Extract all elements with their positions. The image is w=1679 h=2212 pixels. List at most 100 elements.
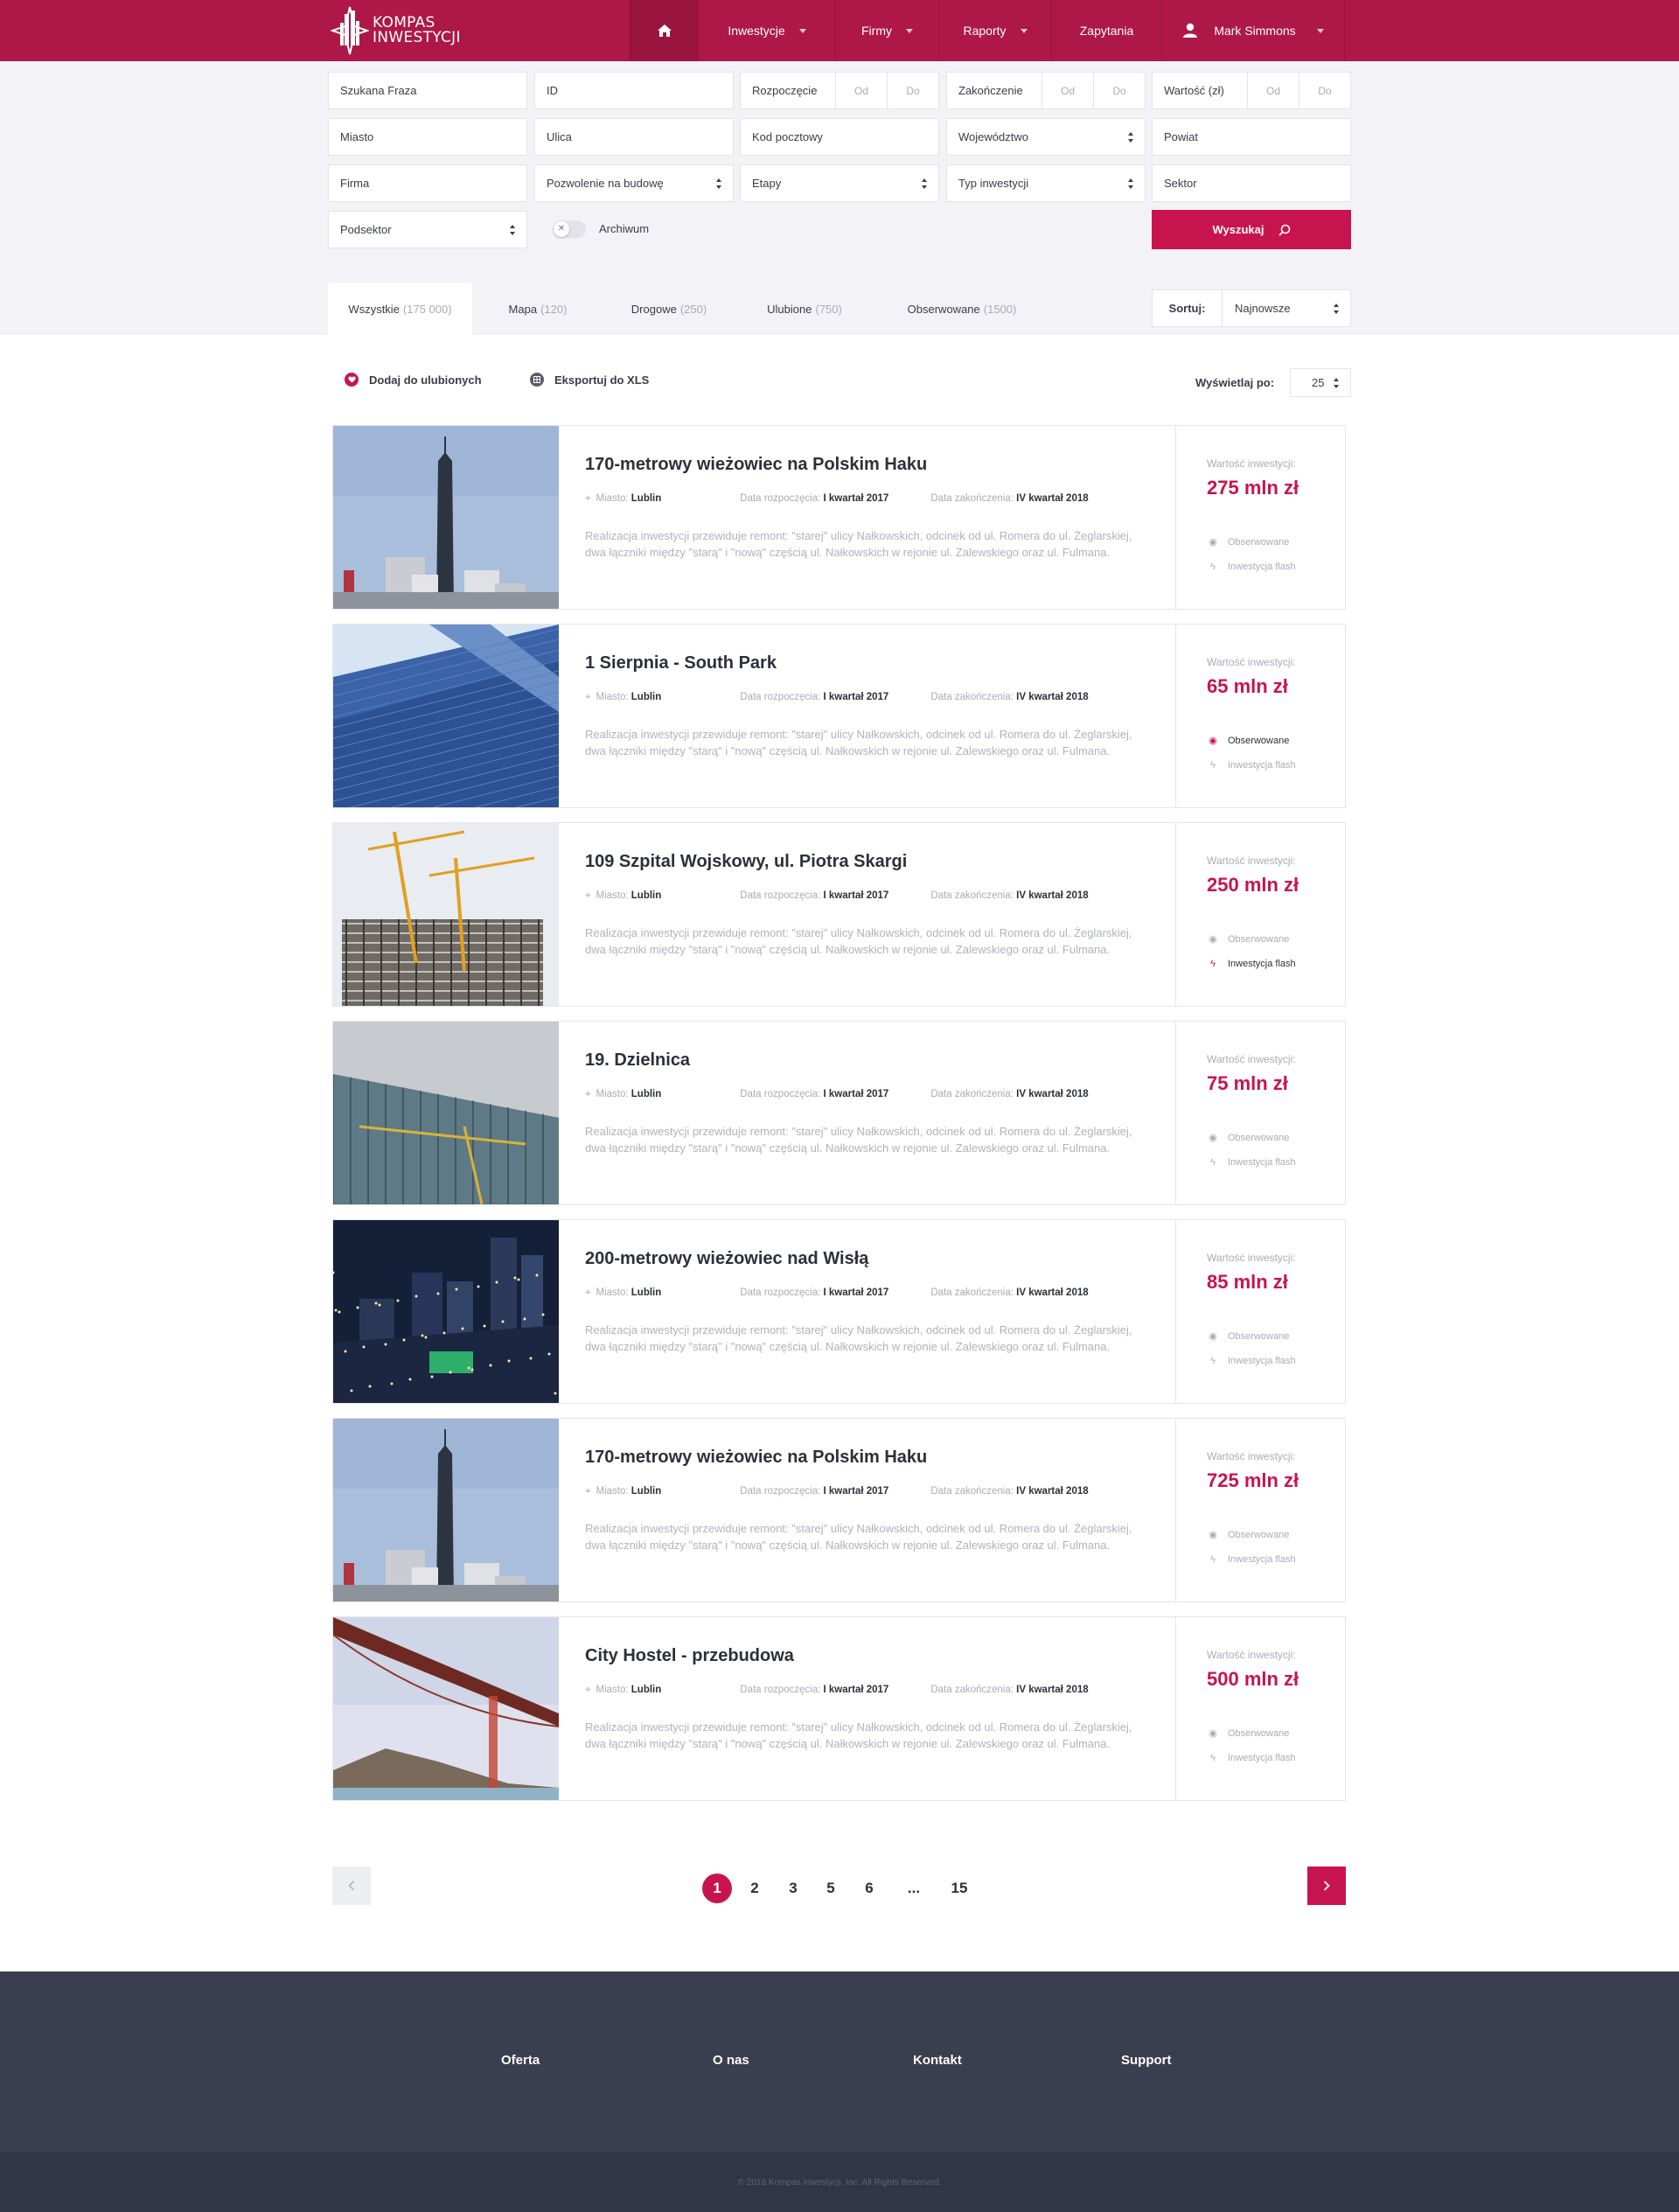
start-date-value: I kwartał 2017 [823, 1089, 889, 1099]
city-input[interactable]: Miasto [328, 118, 527, 156]
per-page-select[interactable]: 25 [1290, 368, 1351, 397]
subsector-select[interactable]: Podsektor [328, 211, 527, 248]
page-3[interactable]: 3 [778, 1874, 808, 1903]
tab-all[interactable]: Wszystkie (175 000) [328, 283, 472, 335]
footer-link-offer[interactable]: Oferta [501, 2053, 540, 2068]
investment-title[interactable]: 200-metrowy wieżowiec nad Wisłą [585, 1249, 868, 1269]
stages-select[interactable]: Etapy [740, 164, 939, 202]
archive-toggle[interactable]: ✕ [553, 220, 586, 238]
investment-card[interactable]: 109 Szpital Wojskowy, ul. Piotra Skargi ⌖… [332, 822, 1346, 1007]
sort-value: Najnowsze [1235, 302, 1291, 315]
nav-inwestycje[interactable]: Inwestycje [698, 0, 835, 61]
eye-icon: ◉ [1209, 1530, 1217, 1540]
page-1[interactable]: 1 [702, 1874, 732, 1903]
logo[interactable]: KOMPAS INWESTYCJI [331, 4, 461, 57]
top-navbar: KOMPAS INWESTYCJI Inwestycje Firmy Rapor… [0, 0, 1679, 61]
investment-card[interactable]: 1 Sierpnia - South Park ⌖ Miasto: Lublin Da… [332, 624, 1346, 808]
county-input[interactable]: Powiat [1152, 118, 1351, 156]
value-to-input[interactable]: Do [1299, 73, 1350, 108]
flash-toggle[interactable]: ϟ Inwestycja flash [1207, 1356, 1296, 1366]
investment-image[interactable] [333, 625, 559, 807]
phrase-input[interactable]: Szukana Fraza [328, 72, 527, 109]
observe-label: Obserwowane [1228, 536, 1290, 548]
id-input[interactable]: ID [534, 72, 734, 109]
flash-toggle[interactable]: ϟ Inwestycja flash [1207, 1554, 1296, 1565]
investment-image[interactable] [333, 823, 559, 1006]
nav-zapytania[interactable]: Zapytania [1051, 0, 1161, 61]
end-to-input[interactable]: Do [1093, 73, 1145, 108]
observe-toggle[interactable]: ◉ Obserwowane [1207, 1529, 1289, 1541]
start-from-input[interactable]: Od [835, 73, 887, 108]
footer-link-contact[interactable]: Kontakt [913, 2053, 962, 2068]
observe-toggle[interactable]: ◉ Obserwowane [1207, 536, 1289, 548]
eye-icon: ◉ [1209, 1728, 1217, 1739]
pagination-prev-button[interactable] [332, 1867, 371, 1905]
observe-toggle[interactable]: ◉ Obserwowane [1207, 735, 1289, 747]
footer [0, 1971, 1679, 2152]
flash-toggle[interactable]: ϟ Inwestycja flash [1207, 1157, 1296, 1168]
investment-image[interactable] [333, 1419, 559, 1601]
nav-firmy[interactable]: Firmy [835, 0, 938, 61]
sector-input[interactable]: Sektor [1152, 164, 1351, 202]
user-menu[interactable]: Mark Simmons [1161, 0, 1345, 61]
flash-toggle[interactable]: ϟ Inwestycja flash [1207, 1753, 1296, 1763]
sort-select[interactable]: Sortuj: Najnowsze [1152, 290, 1351, 327]
investment-type-select[interactable]: Typ inwestycji [946, 164, 1146, 202]
investment-title[interactable]: 19. Dzielnica [585, 1050, 690, 1071]
flash-toggle[interactable]: ϟ Inwestycja flash [1207, 562, 1296, 572]
select-arrows-icon [716, 178, 722, 189]
company-input[interactable]: Firma [328, 164, 527, 202]
observe-toggle[interactable]: ◉ Obserwowane [1207, 1132, 1289, 1144]
search-icon [1278, 224, 1290, 236]
tab-map[interactable]: Mapa (120) [472, 283, 603, 335]
investment-title[interactable]: 170-metrowy wieżowiec na Polskim Haku [585, 455, 927, 475]
permit-select[interactable]: Pozwolenie na budowę [534, 164, 734, 202]
company-placeholder: Firma [340, 177, 370, 190]
search-button[interactable]: Wyszukaj [1152, 210, 1351, 249]
voivodeship-select[interactable]: Województwo [946, 118, 1146, 156]
observe-toggle[interactable]: ◉ Obserwowane [1207, 933, 1289, 946]
investment-image[interactable] [333, 1022, 559, 1204]
add-to-favorites-button[interactable]: Dodaj do ulubionych [345, 373, 482, 387]
tab-roads[interactable]: Drogowe (250) [603, 283, 735, 335]
nav-home[interactable] [630, 0, 698, 61]
nav-raporty[interactable]: Raporty [938, 0, 1051, 61]
page-6[interactable]: 6 [854, 1874, 884, 1903]
investment-card[interactable]: 170-metrowy wieżowiec na Polskim Haku ⌖ Mi… [332, 425, 1346, 610]
investment-side-panel: Wartość inwestycji: 65 mln zł ◉ Obserwowane… [1175, 625, 1345, 807]
page-2[interactable]: 2 [740, 1874, 770, 1903]
page-5[interactable]: 5 [816, 1874, 846, 1903]
investment-title[interactable]: 1 Sierpnia - South Park [585, 653, 777, 673]
start-to-input[interactable]: Do [887, 73, 938, 108]
investment-card[interactable]: 170-metrowy wieżowiec na Polskim Haku ⌖ Mi… [332, 1418, 1346, 1602]
street-input[interactable]: Ulica [534, 118, 734, 156]
investment-card[interactable]: 200-metrowy wieżowiec nad Wisłą ⌖ Miasto: … [332, 1219, 1346, 1404]
investment-card[interactable]: City Hostel - przebudowa ⌖ Miasto: Lublin D… [332, 1616, 1346, 1801]
investment-title[interactable]: City Hostel - przebudowa [585, 1646, 794, 1666]
investment-description: Realizacja inwestycji przewiduje remont:… [585, 1125, 1132, 1155]
end-from-input[interactable]: Od [1042, 73, 1093, 108]
export-xls-button[interactable]: Eksportuj do XLS [530, 373, 649, 387]
footer-link-support[interactable]: Support [1121, 2053, 1172, 2068]
pagination-next-button[interactable] [1307, 1867, 1346, 1905]
investment-image[interactable] [333, 1617, 559, 1800]
investment-title[interactable]: 109 Szpital Wojskowy, ul. Piotra Skargi [585, 852, 907, 872]
flash-toggle[interactable]: ϟ Inwestycja flash [1207, 760, 1296, 771]
investment-image[interactable] [333, 426, 559, 609]
footer-link-about[interactable]: O nas [713, 2053, 749, 2068]
flash-toggle[interactable]: ϟ Inwestycja flash [1207, 959, 1296, 969]
page-15[interactable]: 15 [944, 1874, 974, 1903]
value-from-input[interactable]: Od [1247, 73, 1299, 108]
observe-label: Obserwowane [1228, 1330, 1290, 1342]
observe-toggle[interactable]: ◉ Obserwowane [1207, 1727, 1289, 1740]
investment-image[interactable] [333, 1220, 559, 1403]
observe-toggle[interactable]: ◉ Obserwowane [1207, 1330, 1290, 1343]
investment-card[interactable]: 19. Dzielnica ⌖ Miasto: Lublin Data rozpocz… [332, 1021, 1346, 1205]
value-label: Wartość inwestycji: [1207, 1252, 1296, 1264]
postcode-input[interactable]: Kod pocztowy [740, 118, 939, 156]
investment-title[interactable]: 170-metrowy wieżowiec na Polskim Haku [585, 1448, 927, 1468]
start-date-label: Data rozpoczęcia: [740, 890, 821, 901]
tab-favorites[interactable]: Ulubione (750) [739, 283, 870, 335]
city-label: Miasto: [596, 1486, 629, 1497]
tab-observed[interactable]: Obserwowane (1500) [879, 283, 1045, 335]
